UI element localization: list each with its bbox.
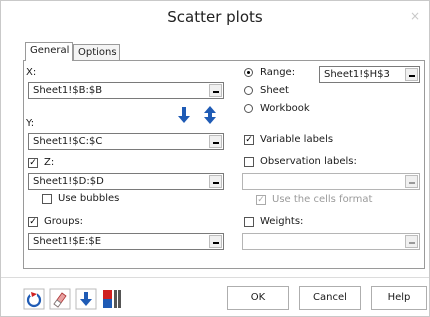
use-cells-format-label: Use the cells format	[272, 194, 373, 205]
y-range-select-button[interactable]	[209, 135, 222, 148]
tab-general[interactable]: General	[25, 42, 73, 61]
swap-arrows-icon	[204, 106, 216, 124]
general-panel: X: Sheet1!$B:$B Y: Sheet1!$C:$C ✓ Z: She…	[23, 60, 425, 269]
z-label: Z:	[44, 157, 55, 168]
scatter-plots-dialog: Scatter plots × General Options X: Sheet…	[0, 0, 430, 317]
observation-labels-checkbox[interactable]	[244, 157, 254, 167]
groups-label: Groups:	[44, 216, 84, 227]
close-button[interactable]: ×	[407, 8, 423, 24]
workbook-label: Workbook	[260, 103, 310, 114]
y-label: Y:	[26, 118, 35, 129]
title-bar: Scatter plots ×	[1, 1, 429, 33]
collapse-button[interactable]	[75, 288, 97, 310]
groups-field[interactable]: Sheet1!$E:$E	[28, 233, 224, 250]
arrow-down-icon	[178, 107, 190, 123]
footer-divider	[1, 277, 429, 278]
move-down-button[interactable]	[174, 105, 194, 125]
x-label: X:	[26, 67, 37, 78]
weights-checkbox[interactable]	[244, 217, 254, 227]
help-button[interactable]: Help	[371, 286, 427, 310]
range-field[interactable]: Sheet1!$H$3	[319, 66, 420, 83]
weights-label: Weights:	[260, 216, 304, 227]
weights-field[interactable]	[242, 233, 420, 250]
sheet-label: Sheet	[260, 85, 289, 96]
z-value: Sheet1!$D:$D	[33, 176, 104, 187]
use-bubbles-checkbox[interactable]	[42, 194, 52, 204]
clear-button[interactable]	[49, 288, 71, 310]
x-range-select-button[interactable]	[209, 84, 222, 97]
workbook-radio[interactable]	[244, 104, 253, 113]
cancel-button[interactable]: Cancel	[299, 286, 361, 310]
sheet-radio[interactable]	[244, 86, 253, 95]
range-radio[interactable]	[244, 68, 253, 77]
observation-labels-select-button[interactable]	[405, 175, 418, 188]
use-cells-format-checkbox[interactable]: ✓	[256, 195, 266, 205]
arrow-down-icon	[75, 288, 97, 310]
z-range-select-button[interactable]	[209, 175, 222, 188]
range-value: Sheet1!$H$3	[324, 69, 390, 80]
eraser-icon	[49, 288, 71, 310]
dialog-title: Scatter plots	[167, 8, 263, 26]
bars-icon	[103, 290, 121, 308]
z-field[interactable]: Sheet1!$D:$D	[28, 173, 224, 190]
xlstat-toolbar-button[interactable]	[101, 288, 123, 310]
ok-button[interactable]: OK	[227, 286, 289, 310]
variable-labels-label: Variable labels	[260, 134, 334, 145]
swap-button[interactable]	[200, 105, 220, 125]
x-field[interactable]: Sheet1!$B:$B	[28, 82, 224, 99]
groups-range-select-button[interactable]	[209, 235, 222, 248]
tab-options[interactable]: Options	[73, 44, 120, 60]
observation-labels-field[interactable]	[242, 173, 420, 190]
x-value: Sheet1!$B:$B	[33, 85, 103, 96]
groups-value: Sheet1!$E:$E	[33, 236, 102, 247]
reset-icon	[23, 288, 45, 310]
reset-button[interactable]	[23, 288, 45, 310]
weights-select-button[interactable]	[405, 235, 418, 248]
groups-checkbox[interactable]: ✓	[28, 217, 38, 227]
variable-labels-checkbox[interactable]: ✓	[244, 135, 254, 145]
use-bubbles-label: Use bubbles	[58, 193, 120, 204]
z-checkbox[interactable]: ✓	[28, 158, 38, 168]
range-select-button[interactable]	[405, 68, 418, 81]
y-value: Sheet1!$C:$C	[33, 136, 103, 147]
observation-labels-label: Observation labels:	[260, 156, 357, 167]
y-field[interactable]: Sheet1!$C:$C	[28, 133, 224, 150]
range-label: Range:	[260, 67, 296, 78]
